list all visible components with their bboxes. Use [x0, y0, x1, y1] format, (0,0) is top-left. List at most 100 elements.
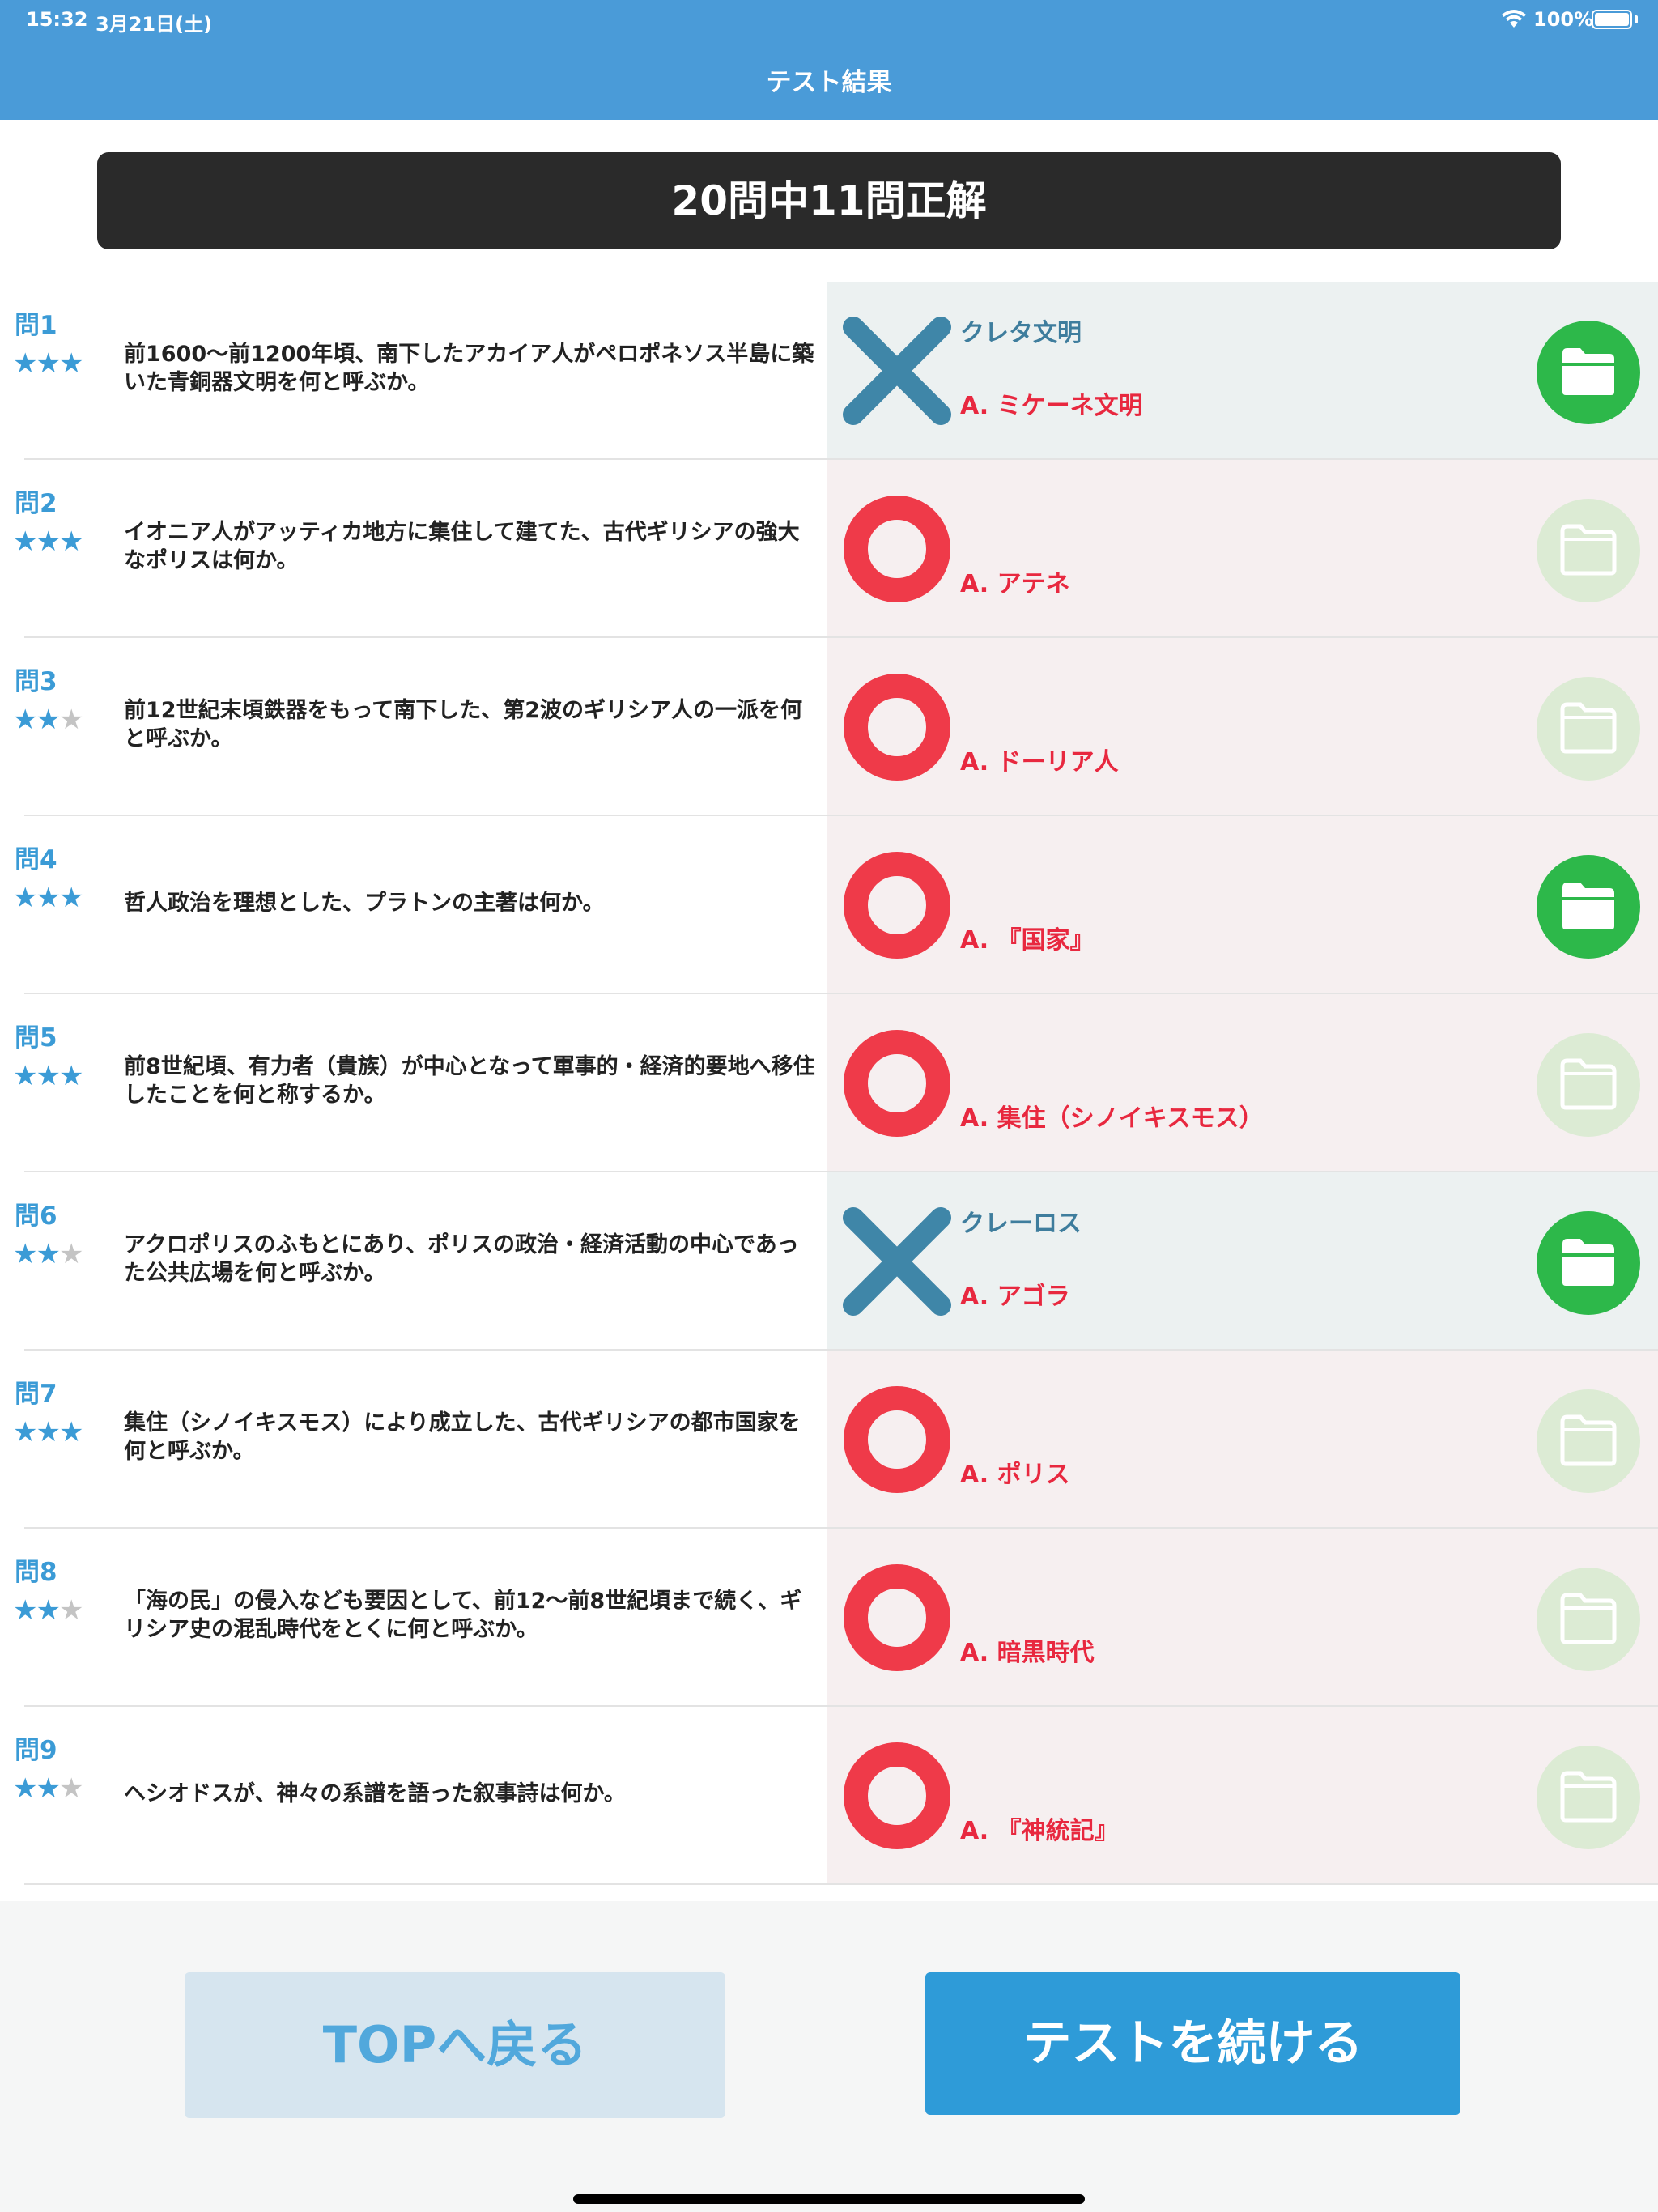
star-filled-icon: ★: [13, 1238, 38, 1270]
difficulty-stars: ★★★: [13, 347, 84, 380]
star-empty-icon: ★: [58, 704, 84, 736]
question-row[interactable]: 問2 ★★★ イオニア人がアッティカ地方に集住して建てた、古代ギリシアの強大なポリス…: [0, 460, 1658, 638]
question-row[interactable]: 問8 ★★★ 「海の民」の侵入なども要因として、前12〜前8世紀頃まで続く、ギリシア…: [0, 1529, 1658, 1707]
question-row[interactable]: 問9 ★★★ ヘシオドスが、神々の系譜を語った叙事詩は何か。 A. 『神統記』: [0, 1707, 1658, 1885]
answer-panel: A. 暗黒時代: [827, 1529, 1658, 1707]
question-number: 問4: [15, 845, 57, 874]
answer-panel: A. 集住（シノイキスモス）: [827, 994, 1658, 1172]
difficulty-stars: ★★★: [13, 1060, 84, 1092]
home-indicator[interactable]: [573, 2194, 1085, 2204]
score-banner: 20問中11問正解: [97, 152, 1561, 249]
correct-answer: A. 集住（シノイキスモス）: [960, 1104, 1264, 1133]
save-folder-button[interactable]: [1537, 499, 1640, 602]
battery-tip: [1635, 15, 1638, 23]
question-number: 問5: [15, 1023, 57, 1053]
question-number: 問3: [15, 667, 57, 696]
correct-answer: A. ポリス: [960, 1461, 1070, 1489]
star-filled-icon: ★: [58, 525, 84, 558]
answer-panel: A. ポリス: [827, 1351, 1658, 1529]
wrong-mark-icon: [842, 1206, 952, 1317]
answer-panel: A. ドーリア人: [827, 638, 1658, 816]
saved-folder-button[interactable]: [1537, 321, 1640, 424]
question-text: ヘシオドスが、神々の系譜を語った叙事詩は何か。: [124, 1781, 626, 1806]
page-title: テスト結果: [766, 68, 892, 97]
star-filled-icon: ★: [36, 347, 61, 380]
star-empty-icon: ★: [58, 1594, 84, 1627]
difficulty-stars: ★★★: [13, 882, 84, 914]
question-row[interactable]: 問7 ★★★ 集住（シノイキスモス）により成立した、古代ギリシアの都市国家を何と呼ぶ…: [0, 1351, 1658, 1529]
star-filled-icon: ★: [13, 1772, 38, 1805]
answer-panel: A. 『国家』: [827, 816, 1658, 994]
answer-panel: A. 『神統記』: [827, 1707, 1658, 1885]
wrong-mark-icon: [842, 316, 952, 426]
question-row[interactable]: 問1 ★★★ 前1600〜前1200年頃、南下したアカイア人がペロポネソス半島に築い…: [0, 282, 1658, 460]
question-number: 問8: [15, 1558, 57, 1587]
answer-panel: クレーロス A. アゴラ: [827, 1172, 1658, 1351]
row-divider: [24, 1883, 1658, 1885]
correct-answer: A. ミケーネ文明: [960, 392, 1143, 420]
difficulty-stars: ★★★: [13, 1594, 84, 1627]
navigation-bar: 15:32 3月21日(土) 100% テスト結果: [0, 0, 1658, 120]
continue-test-button[interactable]: テストを続ける: [925, 1972, 1460, 2115]
correct-mark-icon: [842, 672, 952, 782]
question-number: 問7: [15, 1380, 57, 1409]
save-folder-button[interactable]: [1537, 677, 1640, 781]
question-number: 問6: [15, 1202, 57, 1231]
question-text: 「海の民」の侵入なども要因として、前12〜前8世紀頃まで続く、ギリシア史の混乱時…: [124, 1589, 802, 1642]
star-filled-icon: ★: [58, 882, 84, 914]
question-text: イオニア人がアッティカ地方に集住して建てた、古代ギリシアの強大なポリスは何か。: [124, 520, 800, 573]
difficulty-stars: ★★★: [13, 1238, 84, 1270]
correct-answer: A. 『神統記』: [960, 1817, 1119, 1845]
results-list[interactable]: 問1 ★★★ 前1600〜前1200年頃、南下したアカイア人がペロポネソス半島に築い…: [0, 282, 1658, 1901]
status-time: 15:32: [26, 8, 88, 31]
question-number: 問9: [15, 1736, 57, 1765]
user-answer: クレーロス: [960, 1210, 1082, 1238]
back-to-top-button[interactable]: TOPへ戻る: [185, 1972, 725, 2118]
question-text: 前1600〜前1200年頃、南下したアカイア人がペロポネソス半島に築いた青銅器文…: [124, 342, 814, 395]
saved-folder-button[interactable]: [1537, 855, 1640, 959]
star-filled-icon: ★: [36, 1060, 61, 1092]
question-text: アクロポリスのふもとにあり、ポリスの政治・経済活動の中心であった公共広場を何と呼…: [124, 1232, 799, 1286]
star-empty-icon: ★: [58, 1238, 84, 1270]
question-text: 前8世紀頃、有力者（貴族）が中心となって軍事的・経済的要地へ移住したことを何と称…: [124, 1054, 815, 1108]
question-text: 前12世紀末頃鉄器をもって南下した、第2波のギリシア人の一派を何と呼ぶか。: [124, 698, 803, 751]
question-number: 問2: [15, 489, 57, 518]
question-text: 集住（シノイキスモス）により成立した、古代ギリシアの都市国家を何と呼ぶか。: [124, 1410, 801, 1464]
correct-mark-icon: [842, 1385, 952, 1495]
question-row[interactable]: 問3 ★★★ 前12世紀末頃鉄器をもって南下した、第2波のギリシア人の一派を何と呼ぶ…: [0, 638, 1658, 816]
correct-answer: A. 『国家』: [960, 926, 1095, 955]
correct-mark-icon: [842, 1563, 952, 1673]
correct-answer: A. アテネ: [960, 570, 1070, 598]
save-folder-button[interactable]: [1537, 1746, 1640, 1849]
wifi-icon: [1502, 10, 1526, 28]
question-row[interactable]: 問4 ★★★ 哲人政治を理想とした、プラトンの主著は何か。 A. 『国家』: [0, 816, 1658, 994]
question-number: 問1: [15, 311, 57, 340]
save-folder-button[interactable]: [1537, 1568, 1640, 1671]
answer-panel: クレタ文明 A. ミケーネ文明: [827, 282, 1658, 460]
save-folder-button[interactable]: [1537, 1389, 1640, 1493]
saved-folder-button[interactable]: [1537, 1211, 1640, 1315]
save-folder-button[interactable]: [1537, 1033, 1640, 1137]
correct-answer: A. ドーリア人: [960, 748, 1119, 776]
question-row[interactable]: 問6 ★★★ アクロポリスのふもとにあり、ポリスの政治・経済活動の中心であった公共広…: [0, 1172, 1658, 1351]
question-row[interactable]: 問5 ★★★ 前8世紀頃、有力者（貴族）が中心となって軍事的・経済的要地へ移住したこ…: [0, 994, 1658, 1172]
correct-mark-icon: [842, 1741, 952, 1851]
star-filled-icon: ★: [13, 704, 38, 736]
star-filled-icon: ★: [58, 347, 84, 380]
user-answer: クレタ文明: [960, 319, 1082, 347]
star-filled-icon: ★: [36, 1238, 61, 1270]
star-filled-icon: ★: [13, 1060, 38, 1092]
star-filled-icon: ★: [36, 1416, 61, 1448]
star-filled-icon: ★: [58, 1060, 84, 1092]
correct-answer: A. アゴラ: [960, 1283, 1070, 1311]
star-filled-icon: ★: [13, 1594, 38, 1627]
difficulty-stars: ★★★: [13, 525, 84, 558]
battery-percentage: 100%: [1533, 8, 1594, 31]
star-filled-icon: ★: [13, 525, 38, 558]
difficulty-stars: ★★★: [13, 1416, 83, 1448]
star-filled-icon: ★: [36, 525, 61, 558]
correct-mark-icon: [842, 850, 952, 960]
difficulty-stars: ★★★: [13, 1772, 83, 1805]
star-filled-icon: ★: [13, 1416, 38, 1448]
star-filled-icon: ★: [13, 882, 38, 914]
